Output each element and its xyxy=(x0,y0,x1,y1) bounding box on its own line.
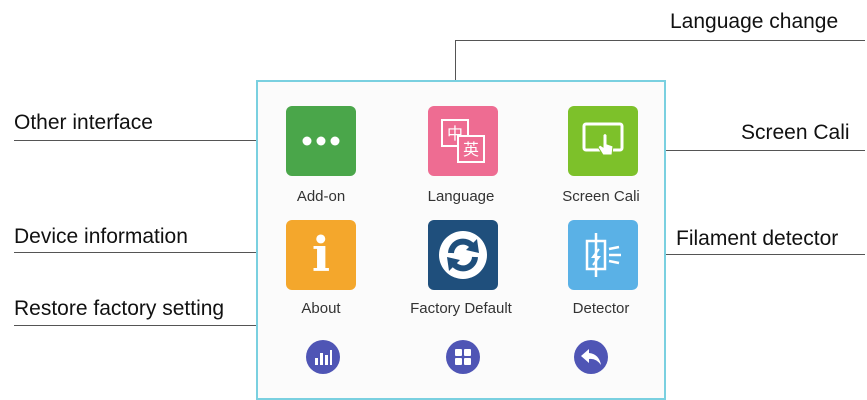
leader-line-language-h xyxy=(455,40,865,41)
callout-language-change: Language change xyxy=(670,10,839,33)
callout-other-interface: Other interface xyxy=(14,111,153,134)
back-button[interactable] xyxy=(574,340,608,374)
screen-cali-button[interactable] xyxy=(568,106,638,176)
refresh-icon xyxy=(439,231,487,279)
language-icon: 中 英 xyxy=(441,119,485,163)
callout-restore-factory: Restore factory setting xyxy=(14,297,225,320)
callout-screen-cali: Screen Cali xyxy=(741,121,850,144)
language-glyph-en: 英 xyxy=(463,140,479,159)
touch-calibration-icon xyxy=(582,122,624,156)
factory-default-button[interactable] xyxy=(428,220,498,290)
callout-device-information: Device information xyxy=(14,225,188,248)
info-icon: i xyxy=(311,227,331,283)
addon-button[interactable] xyxy=(286,106,356,176)
more-dots-icon xyxy=(302,136,340,146)
back-icon xyxy=(581,349,601,365)
addon-label: Add-on xyxy=(296,188,346,205)
about-label: About xyxy=(301,300,341,317)
stats-button[interactable] xyxy=(306,340,340,374)
filament-detector-icon xyxy=(585,233,621,277)
stats-icon xyxy=(315,350,332,365)
factory-default-label: Factory Default xyxy=(410,300,512,317)
device-screen: Add-on 中 英 Language Screen Cali i About … xyxy=(256,80,666,400)
grid-icon xyxy=(455,349,471,365)
detector-button[interactable] xyxy=(568,220,638,290)
home-grid-button[interactable] xyxy=(446,340,480,374)
screen-cali-label: Screen Cali xyxy=(562,188,640,205)
language-label: Language xyxy=(427,188,495,205)
callout-filament-detector: Filament detector xyxy=(676,227,839,250)
language-button[interactable]: 中 英 xyxy=(428,106,498,176)
about-button[interactable]: i xyxy=(286,220,356,290)
detector-label: Detector xyxy=(572,300,630,317)
